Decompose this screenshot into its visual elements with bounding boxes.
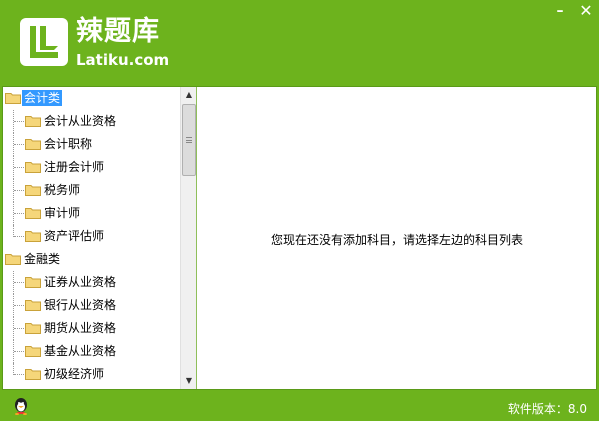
folder-icon <box>25 368 41 380</box>
tree-item[interactable]: 会计从业资格 <box>3 110 180 133</box>
tree-connector <box>14 121 24 122</box>
tree-item[interactable]: 审计师 <box>3 202 180 225</box>
tree-item[interactable]: 期货从业资格 <box>3 317 180 340</box>
tree-connector <box>14 305 24 306</box>
tree-item-label: 会计职称 <box>44 137 93 151</box>
tree-item[interactable]: 银行从业资格 <box>3 294 180 317</box>
tree-connector <box>13 317 14 340</box>
minimize-button[interactable]: – <box>551 2 569 20</box>
tree-category[interactable]: 会计类 <box>3 87 180 110</box>
folder-icon <box>25 230 41 242</box>
folder-icon <box>5 253 21 265</box>
tree-connector <box>14 167 24 168</box>
qq-penguin-icon[interactable] <box>12 397 30 415</box>
tree-connector <box>13 179 14 202</box>
tree-connector <box>13 225 14 237</box>
tree-item-label: 会计从业资格 <box>44 114 117 128</box>
folder-icon <box>25 138 41 150</box>
close-button[interactable]: ✕ <box>577 2 595 20</box>
tree-connector <box>13 271 14 294</box>
tree-item-label: 税务师 <box>44 183 81 197</box>
folder-icon <box>5 92 21 104</box>
tree-item-label: 证券从业资格 <box>44 275 117 289</box>
tree-connector <box>13 156 14 179</box>
content-area: 会计类会计从业资格 会计职称注册会计师税务师审计师资产评估师金融类证券从业资格 银行… <box>2 86 597 390</box>
tree-item-label: 金融类 <box>24 252 61 266</box>
tree-item[interactable]: 资产评估师 <box>3 225 180 248</box>
tree-category[interactable]: 金融类 <box>3 248 180 271</box>
folder-icon <box>25 207 41 219</box>
tree-item-label: 基金从业资格 <box>44 344 117 358</box>
tree-scrollbar[interactable]: ▲ ▼ <box>180 87 196 389</box>
tree-connector <box>13 294 14 317</box>
tree-connector <box>13 340 14 363</box>
folder-icon <box>25 345 41 357</box>
tree-connector <box>14 328 24 329</box>
folder-icon <box>25 299 41 311</box>
folder-icon <box>25 115 41 127</box>
tree-item-label: 会计类 <box>22 90 63 106</box>
subject-tree-panel: 会计类会计从业资格 会计职称注册会计师税务师审计师资产评估师金融类证券从业资格 银行… <box>3 87 197 389</box>
scroll-down-arrow-icon[interactable]: ▼ <box>181 373 196 389</box>
logo-title: 辣题库 <box>76 16 160 47</box>
tree-connector <box>14 282 24 283</box>
tree-item[interactable]: 证券从业资格 <box>3 271 180 294</box>
tree-item-label: 注册会计师 <box>44 160 105 174</box>
tree-item[interactable]: 注册会计师 <box>3 156 180 179</box>
tree-connector <box>14 374 24 375</box>
folder-icon <box>25 161 41 173</box>
logo-icon <box>20 18 68 66</box>
tree-item-label: 期货从业资格 <box>44 321 117 335</box>
status-bar: 软件版本：8.0 <box>0 391 599 421</box>
tree-item[interactable]: 基金从业资格 <box>3 340 180 363</box>
tree-item[interactable]: 会计职称 <box>3 133 180 156</box>
scrollbar-thumb[interactable] <box>182 104 196 176</box>
tree-connector <box>13 133 14 156</box>
tree-connector <box>14 190 24 191</box>
tree-item-label: 银行从业资格 <box>44 298 117 312</box>
tree-connector <box>13 110 14 133</box>
folder-icon <box>25 276 41 288</box>
main-panel: 您现在还没有添加科目，请选择左边的科目列表 <box>198 87 596 389</box>
tree-connector <box>14 213 24 214</box>
folder-icon <box>25 322 41 334</box>
tree-connector <box>14 144 24 145</box>
tree-connector <box>14 351 24 352</box>
tree-item[interactable]: 初级经济师 <box>3 363 180 386</box>
tree-connector <box>14 236 24 237</box>
subject-tree: 会计类会计从业资格 会计职称注册会计师税务师审计师资产评估师金融类证券从业资格 银行… <box>3 87 180 389</box>
title-bar: 辣题库 Latiku.com – ✕ <box>0 0 599 86</box>
tree-item-label: 初级经济师 <box>44 367 105 381</box>
tree-item[interactable]: 税务师 <box>3 179 180 202</box>
tree-item-label: 审计师 <box>44 206 81 220</box>
empty-state-message: 您现在还没有添加科目，请选择左边的科目列表 <box>270 233 523 247</box>
tree-connector <box>13 202 14 225</box>
folder-icon <box>25 184 41 196</box>
tree-connector <box>13 363 14 375</box>
scroll-up-arrow-icon[interactable]: ▲ <box>181 87 196 103</box>
logo-subtitle: Latiku.com <box>76 51 170 69</box>
version-label: 软件版本：8.0 <box>507 402 587 416</box>
tree-item-label: 资产评估师 <box>44 229 105 243</box>
